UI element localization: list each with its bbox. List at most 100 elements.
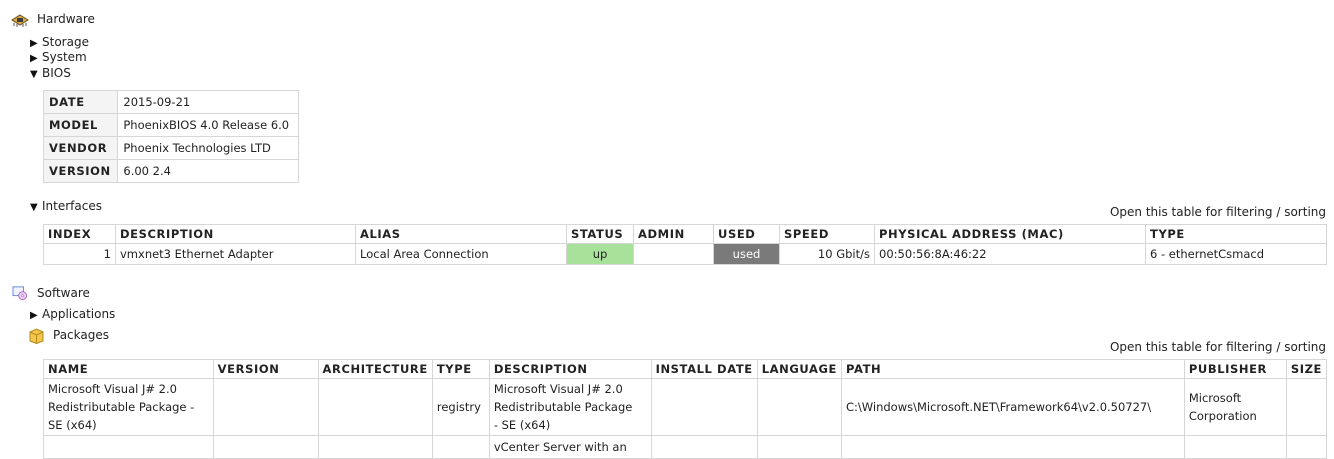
col-type[interactable]: TYPE — [431, 359, 490, 379]
cell-install-date — [650, 435, 758, 459]
cell-path: C:\Windows\Microsoft.NET\Framework64\v2.… — [841, 378, 1185, 436]
cell-publisher — [1183, 435, 1287, 459]
col-status[interactable]: STATUS — [566, 224, 634, 244]
cell-version — [212, 378, 319, 436]
cell-desc-line: vCenter Server with an — [493, 440, 627, 454]
tree-item-interfaces[interactable]: ▼ Interfaces — [30, 199, 102, 213]
tree-label-interfaces: Interfaces — [42, 199, 102, 213]
bios-row-date: DATE 2015-09-21 — [42, 90, 299, 114]
cell-install-date — [650, 378, 758, 436]
col-description[interactable]: DESCRIPTION — [115, 224, 356, 244]
hardware-title[interactable]: Hardware — [37, 12, 95, 26]
cell-name — [43, 435, 214, 459]
packages-table: NAME VERSION ARCHITECTURE TYPE DESCRIPTI… — [43, 359, 1328, 459]
software-title[interactable]: Software — [37, 286, 90, 300]
bios-val-version: 6.00 2.4 — [117, 159, 299, 183]
cell-size — [1285, 435, 1328, 459]
collapse-triangle-icon[interactable]: ▼ — [30, 202, 42, 213]
col-used[interactable]: USED — [713, 224, 780, 244]
col-type[interactable]: TYPE — [1145, 224, 1327, 244]
col-speed[interactable]: SPEED — [779, 224, 875, 244]
interfaces-table: INDEX DESCRIPTION ALIAS STATUS ADMIN USE… — [43, 224, 1327, 265]
col-install-date[interactable]: INSTALL DATE — [650, 359, 758, 379]
hardware-chip-icon — [11, 14, 29, 27]
tree-label-system: System — [42, 50, 87, 64]
cell-path — [841, 435, 1185, 459]
cell-publisher: Microsoft Corporation — [1183, 378, 1287, 436]
tree-label-storage: Storage — [42, 35, 89, 49]
col-description[interactable]: DESCRIPTION — [488, 359, 652, 379]
col-name[interactable]: NAME — [43, 359, 214, 379]
cell-name-line: SE (x64) — [48, 418, 97, 432]
tree-item-storage[interactable]: ▶ Storage — [30, 35, 89, 49]
cell-type: 6 - ethernetCsmacd — [1145, 243, 1327, 265]
cell-desc-line: Redistributable Package — [493, 400, 633, 414]
bios-val-date: 2015-09-21 — [117, 90, 299, 114]
table-row: vCenter Server with an — [43, 435, 1328, 459]
software-disc-icon — [12, 286, 27, 300]
col-publisher[interactable]: PUBLISHER — [1183, 359, 1287, 379]
col-path[interactable]: PATH — [841, 359, 1185, 379]
cell-description: vmxnet3 Ethernet Adapter — [115, 243, 356, 265]
tree-label-applications: Applications — [42, 307, 116, 321]
bios-key-date: DATE — [42, 90, 119, 114]
packages-filter-link[interactable]: Open this table for filtering / sorting — [1110, 340, 1326, 354]
bios-table: DATE 2015-09-21 MODEL PhoenixBIOS 4.0 Re… — [42, 90, 299, 183]
cell-desc-line: - SE (x64) — [493, 418, 551, 432]
cell-alias: Local Area Connection — [355, 243, 567, 265]
collapse-triangle-icon[interactable]: ▼ — [30, 69, 42, 80]
cell-speed: 10 Gbit/s — [779, 243, 875, 265]
col-admin[interactable]: ADMIN — [633, 224, 714, 244]
col-size[interactable]: SIZE — [1285, 359, 1328, 379]
package-box-icon — [29, 328, 44, 344]
interfaces-filter-link[interactable]: Open this table for filtering / sorting — [1110, 205, 1326, 219]
packages-header-row: NAME VERSION ARCHITECTURE TYPE DESCRIPTI… — [43, 359, 1328, 379]
cell-name: Microsoft Visual J# 2.0 Redistributable … — [43, 378, 214, 436]
tree-label-packages[interactable]: Packages — [53, 328, 109, 342]
bios-row-version: VERSION 6.00 2.4 — [42, 159, 299, 183]
cell-language — [756, 378, 843, 436]
bios-key-model: MODEL — [42, 113, 119, 137]
col-language[interactable]: LANGUAGE — [756, 359, 843, 379]
cell-mac: 00:50:56:8A:46:22 — [874, 243, 1146, 265]
status-badge: up — [566, 243, 634, 265]
col-version[interactable]: VERSION — [212, 359, 319, 379]
tree-item-bios[interactable]: ▼ BIOS — [30, 66, 71, 80]
table-row: Microsoft Visual J# 2.0 Redistributable … — [43, 378, 1328, 436]
bios-key-vendor: VENDOR — [42, 136, 119, 160]
col-architecture[interactable]: ARCHITECTURE — [317, 359, 433, 379]
expand-triangle-icon[interactable]: ▶ — [30, 53, 42, 64]
expand-triangle-icon[interactable]: ▶ — [30, 38, 42, 49]
bios-val-vendor: Phoenix Technologies LTD — [117, 136, 299, 160]
cell-publisher-line: Corporation — [1188, 409, 1257, 423]
tree-item-applications[interactable]: ▶ Applications — [30, 307, 115, 321]
cell-desc-line: Microsoft Visual J# 2.0 — [493, 382, 623, 396]
col-mac[interactable]: PHYSICAL ADDRESS (MAC) — [874, 224, 1146, 244]
cell-publisher-line: Microsoft — [1188, 391, 1242, 405]
col-alias[interactable]: ALIAS — [355, 224, 567, 244]
cell-architecture — [317, 435, 433, 459]
cell-version — [212, 435, 319, 459]
used-badge: used — [713, 243, 780, 265]
cell-index: 1 — [43, 243, 116, 265]
bios-row-vendor: VENDOR Phoenix Technologies LTD — [42, 136, 299, 160]
bios-val-model: PhoenixBIOS 4.0 Release 6.0 — [117, 113, 299, 137]
bios-row-model: MODEL PhoenixBIOS 4.0 Release 6.0 — [42, 113, 299, 137]
tree-item-system[interactable]: ▶ System — [30, 50, 87, 64]
cell-type: registry — [431, 378, 490, 436]
table-row: 1 vmxnet3 Ethernet Adapter Local Area Co… — [43, 243, 1327, 265]
col-index[interactable]: INDEX — [43, 224, 116, 244]
cell-language — [756, 435, 843, 459]
cell-size — [1285, 378, 1328, 436]
interfaces-header-row: INDEX DESCRIPTION ALIAS STATUS ADMIN USE… — [43, 224, 1327, 244]
cell-description: Microsoft Visual J# 2.0 Redistributable … — [488, 378, 652, 436]
cell-description: vCenter Server with an — [488, 435, 652, 459]
cell-type — [431, 435, 490, 459]
cell-name-line: Microsoft Visual J# 2.0 — [48, 382, 177, 396]
tree-label-bios: BIOS — [42, 66, 71, 80]
cell-architecture — [317, 378, 433, 436]
expand-triangle-icon[interactable]: ▶ — [30, 310, 42, 321]
bios-key-version: VERSION — [42, 159, 119, 183]
cell-admin — [633, 243, 714, 265]
cell-name-line: Redistributable Package - — [48, 400, 195, 414]
